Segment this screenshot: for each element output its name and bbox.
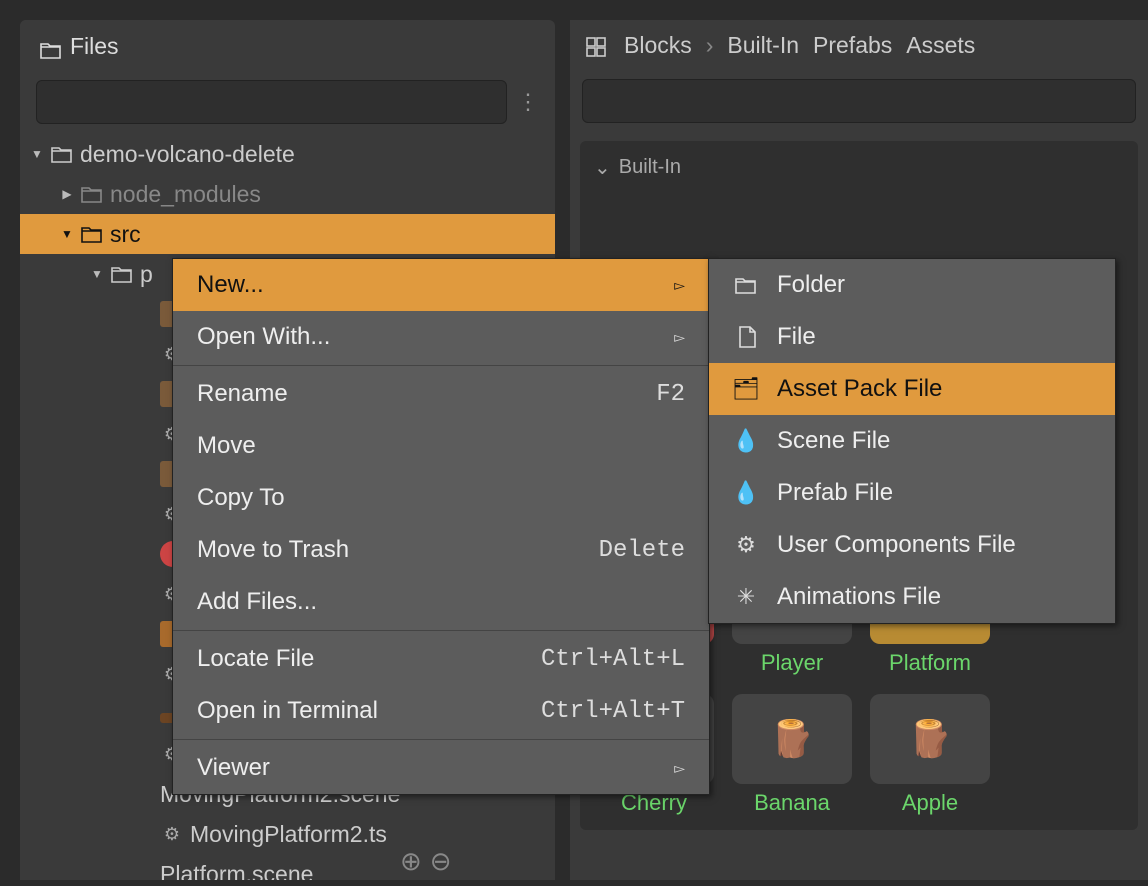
folder-icon <box>110 264 134 284</box>
ctx-shortcut: Delete <box>599 537 685 564</box>
ctx-new-file[interactable]: File <box>709 311 1115 363</box>
tree-root-label: demo-volcano-delete <box>80 141 555 168</box>
ctx-open-terminal[interactable]: Open in Terminal Ctrl+Alt+T <box>173 685 709 737</box>
section-title: Built-In <box>619 156 681 179</box>
chevron-right-icon: › <box>706 32 714 59</box>
chevron-down-icon: ▼ <box>60 227 74 241</box>
files-tab[interactable]: Files <box>20 20 139 70</box>
submenu-arrow-icon: ▻ <box>674 329 685 346</box>
context-submenu-new: Folder File 🗂 Asset Pack File 💧 Scene Fi… <box>708 258 1116 624</box>
reel-icon: ✳ <box>733 584 759 610</box>
tree-label: src <box>110 221 555 248</box>
tree-src[interactable]: ▼ src <box>20 214 555 254</box>
ctx-locate-file[interactable]: Locate File Ctrl+Alt+L <box>173 633 709 685</box>
submenu-arrow-icon: ▻ <box>674 760 685 777</box>
files-tab-label: Files <box>70 33 119 60</box>
breadcrumb-prefabs[interactable]: Prefabs <box>813 32 892 59</box>
file-icon <box>733 324 759 350</box>
prefab-label: Apple <box>870 790 990 816</box>
ctx-separator <box>173 739 709 740</box>
context-menu: New... ▻ Open With... ▻ Rename F2 Move C… <box>172 258 710 795</box>
ctx-label: Move to Trash <box>197 536 349 564</box>
ctx-label: Locate File <box>197 645 314 673</box>
tree-label: node_modules <box>110 181 555 208</box>
blocks-breadcrumb: Blocks › Built-In Prefabs Assets <box>570 20 1148 71</box>
section-header[interactable]: ⌄ Built-In <box>594 155 1124 180</box>
folder-icon <box>40 38 62 56</box>
zoom-in-button[interactable]: ⊕ <box>400 846 422 877</box>
folder-icon <box>50 144 74 164</box>
ctx-label: Folder <box>777 271 845 299</box>
prefab-thumb-icon: 🪵 <box>770 718 815 760</box>
ctx-label: Move <box>197 432 256 460</box>
ctx-new-assetpack[interactable]: 🗂 Asset Pack File <box>709 363 1115 415</box>
ctx-label: Viewer <box>197 754 270 782</box>
ctx-label: Rename <box>197 380 288 408</box>
ctx-label: User Components File <box>777 531 1016 559</box>
zoom-out-button[interactable]: ⊖ <box>430 846 452 877</box>
gear-icon: ⚙ <box>733 532 759 558</box>
prefab-item-banana[interactable]: 🪵 Banana <box>732 694 852 816</box>
folder-icon <box>80 184 104 204</box>
chevron-down-icon: ⌄ <box>594 155 611 180</box>
folder-icon <box>733 272 759 298</box>
files-search-input[interactable] <box>36 80 507 124</box>
ctx-label: Copy To <box>197 484 285 512</box>
ctx-label: Open With... <box>197 323 330 351</box>
ctx-add-files[interactable]: Add Files... <box>173 576 709 628</box>
breadcrumb-assets[interactable]: Assets <box>906 32 975 59</box>
files-more-button[interactable]: ⋮ <box>517 89 539 115</box>
ts-icon: ⚙ <box>160 822 184 846</box>
ctx-move-to-trash[interactable]: Move to Trash Delete <box>173 524 709 576</box>
ctx-label: File <box>777 323 816 351</box>
prefab-label: Banana <box>732 790 852 816</box>
prefab-label: Player <box>732 650 852 676</box>
ctx-new-scene[interactable]: 💧 Scene File <box>709 415 1115 467</box>
ctx-move[interactable]: Move <box>173 420 709 472</box>
ctx-viewer[interactable]: Viewer ▻ <box>173 742 709 794</box>
blocks-search-input[interactable] <box>582 79 1136 123</box>
tree-root[interactable]: ▼ demo-volcano-delete <box>20 134 555 174</box>
chevron-down-icon: ▼ <box>30 147 44 161</box>
ctx-label: Animations File <box>777 583 941 611</box>
chevron-down-icon: ▼ <box>90 267 104 281</box>
ctx-new-folder[interactable]: Folder <box>709 259 1115 311</box>
ctx-label: Asset Pack File <box>777 375 942 403</box>
ctx-rename[interactable]: Rename F2 <box>173 368 709 420</box>
ctx-new-animations[interactable]: ✳ Animations File <box>709 571 1115 623</box>
ctx-new[interactable]: New... ▻ <box>173 259 709 311</box>
ctx-label: Scene File <box>777 427 890 455</box>
assetpack-icon: 🗂 <box>733 376 759 402</box>
tree-file-platform-scene[interactable]: Platform.scene <box>20 854 555 880</box>
ctx-shortcut: F2 <box>656 381 685 408</box>
prefab-thumb-icon: 🪵 <box>908 718 953 760</box>
prefab-icon: 💧 <box>733 480 759 506</box>
tree-node-modules[interactable]: ▶ node_modules <box>20 174 555 214</box>
ctx-open-with[interactable]: Open With... ▻ <box>173 311 709 363</box>
prefab-label: Platform <box>870 650 990 676</box>
ctx-label: Add Files... <box>197 588 317 616</box>
ctx-label: Open in Terminal <box>197 697 378 725</box>
breadcrumb-builtin[interactable]: Built-In <box>727 32 799 59</box>
ctx-label: New... <box>197 271 264 299</box>
ctx-separator <box>173 630 709 631</box>
prefab-item-apple[interactable]: 🪵 Apple <box>870 694 990 816</box>
folder-icon <box>80 224 104 244</box>
ctx-separator <box>173 365 709 366</box>
submenu-arrow-icon: ▻ <box>674 277 685 294</box>
scene-icon: 💧 <box>733 428 759 454</box>
ctx-label: Prefab File <box>777 479 893 507</box>
ctx-copy-to[interactable]: Copy To <box>173 472 709 524</box>
ctx-new-usercomponents[interactable]: ⚙ User Components File <box>709 519 1115 571</box>
breadcrumb-blocks[interactable]: Blocks <box>624 32 692 59</box>
ctx-new-prefab[interactable]: 💧 Prefab File <box>709 467 1115 519</box>
ctx-shortcut: Ctrl+Alt+T <box>541 698 685 725</box>
tree-file-movingplatform2-ts[interactable]: ⚙ MovingPlatform2.ts <box>20 814 555 854</box>
chevron-right-icon: ▶ <box>60 187 74 201</box>
blocks-icon <box>586 36 610 56</box>
ctx-shortcut: Ctrl+Alt+L <box>541 646 685 673</box>
